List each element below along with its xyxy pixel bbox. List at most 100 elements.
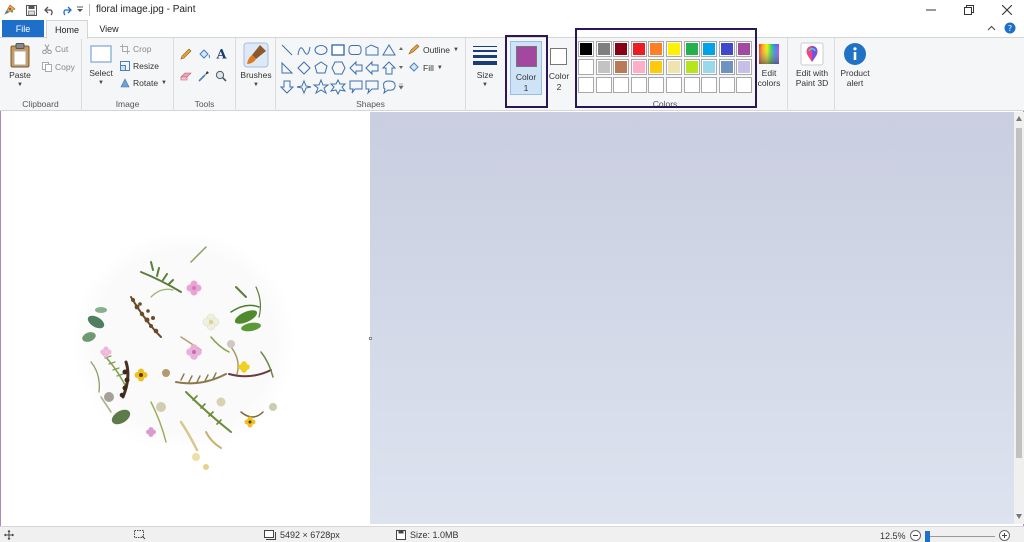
size-dropdown-chevron-icon[interactable]: ▼ (470, 80, 500, 90)
fill-dropdown-chevron-icon[interactable]: ▼ (437, 65, 443, 71)
save-icon[interactable] (26, 3, 37, 17)
crop-button[interactable]: Crop (120, 44, 151, 54)
minimize-button[interactable] (914, 0, 948, 20)
image-dimensions-text: 5492 × 6728px (280, 530, 340, 540)
paint3d-icon (800, 42, 824, 66)
undo-icon[interactable] (44, 3, 56, 17)
paint-app-icon[interactable] (3, 3, 17, 17)
select-dropdown-chevron-icon[interactable]: ▼ (86, 78, 116, 88)
edit-colors-label-line2: colors (757, 78, 781, 88)
paint3d-label-line2: Paint 3D (795, 78, 829, 88)
disk-icon (396, 530, 406, 540)
select-button[interactable]: Select ▼ (86, 42, 116, 88)
shapes-gallery[interactable] (280, 43, 404, 95)
color2-swatch (550, 48, 567, 65)
clipboard-icon (10, 43, 30, 68)
close-button[interactable] (990, 0, 1024, 20)
tab-file[interactable]: File (2, 20, 44, 38)
paint3d-label-line1: Edit with (795, 68, 829, 78)
clipboard-group-label: Clipboard (22, 99, 59, 109)
edit-with-paint3d-button[interactable]: Edit with Paint 3D (790, 42, 834, 88)
redo-icon[interactable] (60, 3, 72, 17)
oval-shape-icon (314, 45, 328, 55)
zoom-slider-thumb[interactable] (924, 530, 930, 542)
color1-highlight-box (505, 35, 548, 108)
color2-button[interactable]: Color 2 (545, 41, 573, 95)
copy-button[interactable]: Copy (42, 62, 75, 72)
fill-icon (409, 62, 419, 72)
five-point-star-shape-icon (312, 78, 330, 95)
tab-home[interactable]: Home (46, 20, 88, 39)
right-triangle-shape-icon (281, 61, 294, 74)
rounded-rectangle-shape-icon (348, 45, 362, 55)
cut-button[interactable]: Cut (42, 44, 68, 54)
drawing-canvas[interactable] (1, 112, 370, 524)
scroll-down-arrow-icon[interactable] (1016, 514, 1022, 519)
outline-button[interactable]: Outline ▼ (408, 44, 459, 55)
paint3d-group: Edit with Paint 3D (787, 38, 835, 111)
rotate-dropdown-chevron-icon[interactable]: ▼ (161, 80, 167, 86)
outline-label: Outline (423, 44, 450, 55)
brushes-label: Brushes (240, 70, 272, 80)
resize-icon (120, 61, 130, 71)
minimize-ribbon-chevron-icon[interactable] (987, 24, 996, 34)
eraser-icon[interactable] (180, 71, 192, 81)
edit-colors-button[interactable]: Edit colors (754, 42, 784, 88)
zoom-in-icon[interactable] (998, 530, 1010, 541)
color-picker-icon[interactable] (198, 70, 210, 82)
fill-label: Fill (423, 62, 434, 73)
outline-dropdown-chevron-icon[interactable]: ▼ (453, 47, 459, 53)
paste-dropdown-chevron-icon[interactable]: ▼ (4, 80, 36, 90)
product-alert-label-line2: alert (846, 78, 864, 88)
product-alert-button[interactable]: Product alert (836, 42, 874, 88)
paste-button[interactable]: Paste ▼ (4, 42, 36, 90)
brushes-dropdown-chevron-icon[interactable]: ▼ (240, 80, 272, 90)
svg-text:A: A (215, 48, 227, 61)
rotate-button[interactable]: Rotate ▼ (120, 78, 167, 88)
rounded-callout-shape-icon (365, 80, 379, 95)
image-group: Select ▼ Crop Resize Rotate ▼ Image (82, 38, 174, 111)
curve-shape-icon (297, 46, 311, 56)
size-label: Size (476, 70, 494, 80)
help-icon[interactable]: ? (1004, 22, 1016, 36)
hexagon-shape-icon (331, 61, 346, 75)
work-area[interactable] (1, 112, 1014, 524)
vertical-scrollbar[interactable] (1014, 112, 1024, 524)
size-button[interactable]: Size ▼ (470, 44, 500, 90)
fill-bucket-icon[interactable] (198, 48, 211, 60)
pencil-icon[interactable] (180, 48, 192, 60)
resize-label: Resize (133, 61, 159, 71)
scroll-up-arrow-icon[interactable] (1016, 116, 1022, 121)
image-dimensions: 5492 × 6728px (264, 530, 340, 540)
zoom-level: 12.5% (880, 530, 906, 541)
tab-view[interactable]: View (92, 20, 126, 38)
pentagon-shape-icon (314, 61, 328, 74)
select-label: Select (89, 68, 113, 78)
four-point-star-shape-icon (296, 79, 312, 95)
shapes-scroll-arrows[interactable] (398, 44, 404, 92)
zoom-out-icon[interactable] (909, 530, 921, 541)
fill-button[interactable]: Fill ▼ (408, 62, 443, 73)
canvas-resize-handle[interactable] (369, 337, 372, 340)
right-arrow-shape-icon (349, 60, 363, 76)
scrollbar-thumb[interactable] (1016, 128, 1022, 458)
floral-arrangement-image (72, 230, 296, 470)
info-icon (844, 43, 866, 65)
resize-button[interactable]: Resize (120, 61, 159, 71)
text-tool-icon[interactable]: A (215, 47, 228, 61)
zoom-slider[interactable] (924, 530, 995, 542)
triangle-shape-icon (382, 44, 396, 56)
window-title: floral image.jpg - Paint (96, 4, 196, 15)
brushes-button[interactable]: Brushes ▼ (240, 42, 272, 90)
magnifier-icon[interactable] (215, 70, 227, 82)
shapes-group-label: Shapes (356, 99, 385, 109)
restore-button[interactable] (952, 0, 986, 20)
title-bar: floral image.jpg - Paint (0, 0, 1024, 20)
line-size-icon (473, 46, 497, 65)
diamond-shape-icon (297, 61, 311, 75)
crop-label: Crop (133, 44, 152, 54)
svg-text:?: ? (1008, 24, 1012, 33)
file-size-text: Size: 1.0MB (410, 530, 459, 540)
edit-colors-label-line1: Edit (761, 68, 777, 78)
customize-toolbar-chevron-icon[interactable] (76, 3, 84, 17)
